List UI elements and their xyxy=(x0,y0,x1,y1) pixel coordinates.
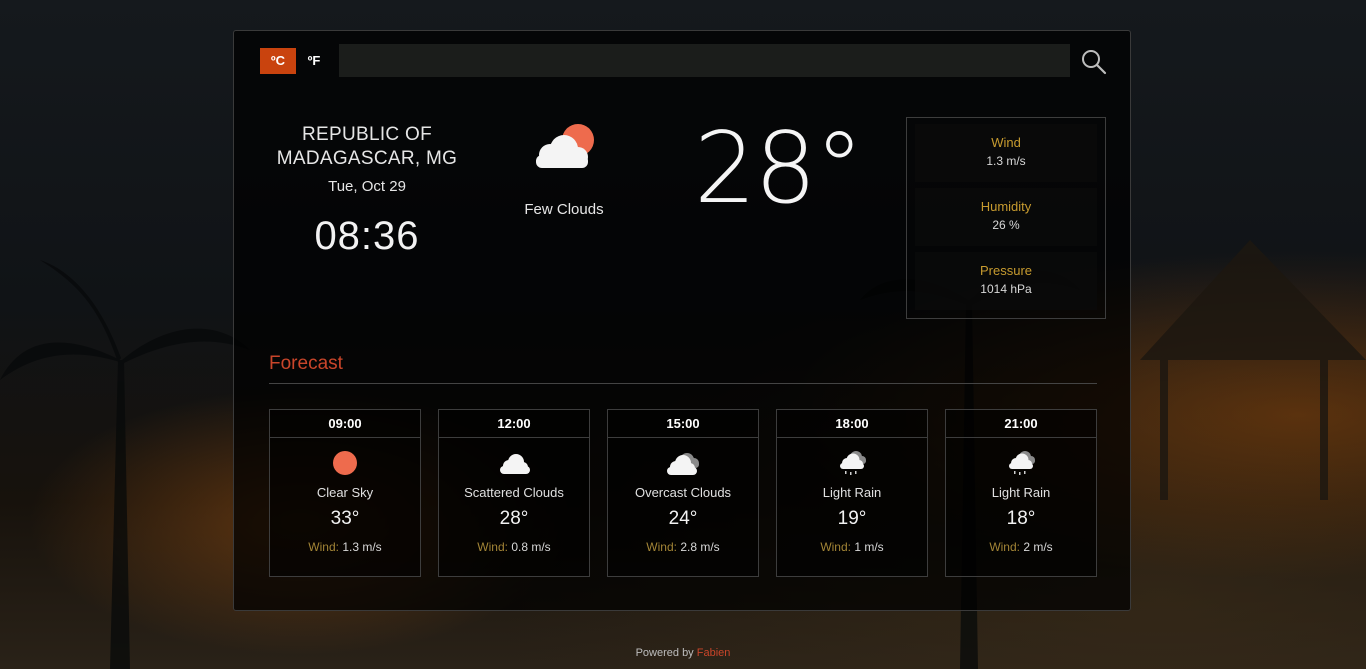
forecast-card: 18:00 Light Rain 19° Wind: 1 m/s xyxy=(776,409,928,577)
humidity-value: 26 % xyxy=(992,218,1020,232)
forecast-description: Light Rain xyxy=(822,485,882,500)
forecast-wind-value: 1 m/s xyxy=(854,540,884,554)
forecast-temperature: 24° xyxy=(668,508,698,529)
forecast-temperature: 19° xyxy=(837,508,867,529)
forecast-wind-label: Wind: xyxy=(989,540,1020,554)
forecast-card: 09:00 Clear Sky 33° Wind: 1.3 m/s xyxy=(269,409,421,577)
location-name: REPUBLIC OF MADAGASCAR, MG xyxy=(276,124,458,169)
forecast-time: 12:00 xyxy=(439,410,589,438)
wind-value: 1.3 m/s xyxy=(986,154,1026,168)
forecast-wind-value: 1.3 m/s xyxy=(342,540,382,554)
footer: Powered by Fabien xyxy=(0,647,1366,659)
forecast-card: 15:00 Overcast Clouds 24° Wind: 2.8 m/s xyxy=(607,409,759,577)
forecast-wind-value: 2.8 m/s xyxy=(680,540,720,554)
fahrenheit-toggle[interactable]: ºF xyxy=(296,48,332,74)
forecast-description: Overcast Clouds xyxy=(634,485,732,500)
forecast-wind: Wind: 1.3 m/s xyxy=(270,540,420,554)
current-date: Tue, Oct 29 xyxy=(328,178,406,195)
overcast-clouds-icon xyxy=(667,453,699,475)
forecast-time: 18:00 xyxy=(777,410,927,438)
search-button[interactable] xyxy=(1080,48,1108,76)
forecast-temperature: 28° xyxy=(499,508,529,529)
forecast-time: 21:00 xyxy=(946,410,1096,438)
forecast-wind-label: Wind: xyxy=(646,540,677,554)
current-time: 08:36 xyxy=(314,214,420,258)
wind-label: Wind xyxy=(991,135,1021,150)
forecast-temperature: 18° xyxy=(1006,508,1036,529)
pressure-value: 1014 hPa xyxy=(980,282,1032,296)
forecast-wind-label: Wind: xyxy=(477,540,508,554)
pressure-stat: Pressure 1014 hPa xyxy=(915,252,1097,310)
humidity-label: Humidity xyxy=(980,199,1032,214)
wind-stat: Wind 1.3 m/s xyxy=(915,124,1097,182)
forecast-description: Clear Sky xyxy=(316,485,374,500)
forecast-wind: Wind: 0.8 m/s xyxy=(439,540,589,554)
pressure-label: Pressure xyxy=(979,263,1033,278)
weather-panel: ºC ºF REPUBLIC OF MADAGASCAR, MG Tue, Oc… xyxy=(233,30,1131,611)
forecast-wind-label: Wind: xyxy=(820,540,851,554)
footer-text: Powered by xyxy=(635,647,694,659)
light-rain-icon xyxy=(1009,451,1035,475)
scattered-clouds-icon xyxy=(500,454,530,474)
forecast-temperature: 33° xyxy=(330,508,360,529)
forecast-description: Light Rain xyxy=(991,485,1051,500)
current-condition: Few Clouds xyxy=(524,201,604,218)
forecast-wind: Wind: 1 m/s xyxy=(777,540,927,554)
search-icon xyxy=(1082,50,1107,75)
forecast-title: Forecast xyxy=(269,353,343,374)
forecast-description: Scattered Clouds xyxy=(464,485,564,500)
few-clouds-icon xyxy=(536,124,594,168)
forecast-divider xyxy=(269,383,1097,384)
forecast-wind-value: 0.8 m/s xyxy=(511,540,551,554)
forecast-time: 15:00 xyxy=(608,410,758,438)
forecast-card: 12:00 Scattered Clouds 28° Wind: 0.8 m/s xyxy=(438,409,590,577)
humidity-stat: Humidity 26 % xyxy=(915,188,1097,246)
forecast-wind: Wind: 2.8 m/s xyxy=(608,540,758,554)
clear-sky-icon xyxy=(333,451,357,475)
forecast-time: 09:00 xyxy=(270,410,420,438)
forecast-card: 21:00 Light Rain 18° Wind: 2 m/s xyxy=(945,409,1097,577)
celsius-toggle[interactable]: ºC xyxy=(260,48,296,74)
forecast-wind-value: 2 m/s xyxy=(1023,540,1053,554)
forecast-wind-label: Wind: xyxy=(308,540,339,554)
forecast-wind: Wind: 2 m/s xyxy=(946,540,1096,554)
light-rain-icon xyxy=(840,451,866,475)
stats-box: Wind 1.3 m/s Humidity 26 % Pressure 1014… xyxy=(906,117,1106,319)
current-temperature: 28° xyxy=(694,112,864,226)
author-link[interactable]: Fabien xyxy=(697,647,731,659)
city-search-input[interactable] xyxy=(339,44,1070,77)
